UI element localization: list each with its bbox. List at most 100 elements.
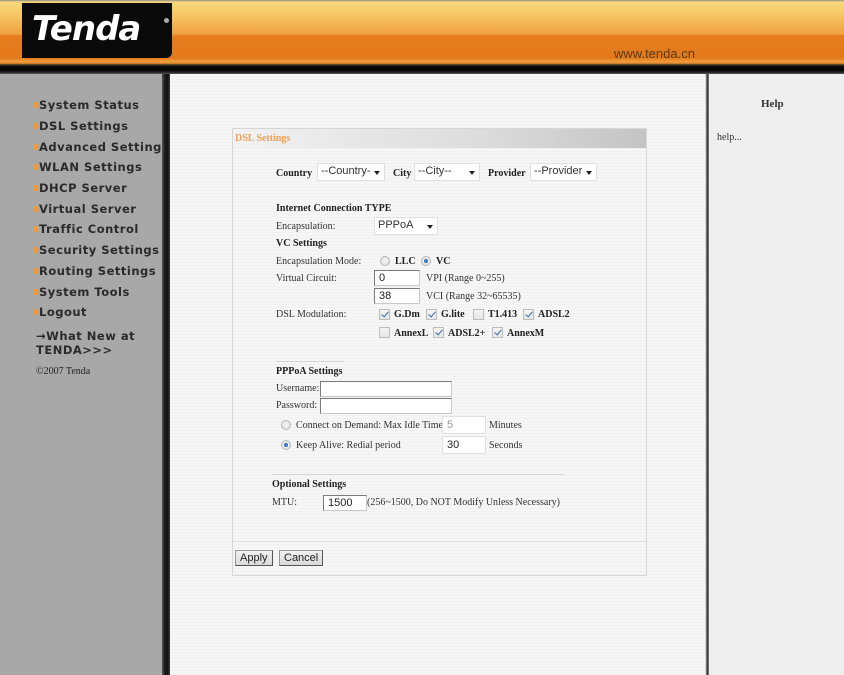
sidebar-item-label: Advanced Settings [39, 139, 170, 154]
password-input[interactable] [320, 398, 452, 414]
modulation-annexl-checkbox[interactable] [379, 327, 390, 338]
header-banner: Tenda www.tenda.cn [0, 0, 844, 64]
sidebar-divider [162, 74, 170, 675]
password-label: Password: [276, 400, 318, 411]
keep-alive-label: Keep Alive: Redial period [296, 440, 401, 451]
username-input[interactable] [320, 381, 452, 397]
keep-alive-radio[interactable] [281, 440, 291, 450]
modulation-adsl2plus-label: ADSL2+ [448, 328, 486, 339]
bullet-icon [33, 247, 37, 254]
sidebar-item-label: Routing Settings [39, 263, 157, 278]
sidebar-item-label: Logout [39, 305, 88, 320]
mtu-label: MTU: [272, 497, 297, 508]
connect-on-demand-radio[interactable] [281, 420, 291, 430]
registered-mark-icon [164, 18, 169, 23]
section-divider [272, 474, 564, 475]
vci-input[interactable] [374, 288, 420, 304]
provider-select-value: --Provider [534, 165, 583, 177]
dsl-modulation-label: DSL Modulation: [276, 309, 347, 320]
modulation-adsl2plus-checkbox[interactable] [433, 327, 444, 338]
idle-unit-label: Minutes [489, 420, 522, 431]
optional-settings-heading: Optional Settings [272, 479, 347, 490]
sidebar-item-wlan-settings[interactable]: WLAN Settings [33, 157, 169, 178]
vci-hint: VCI (Range 32~65535) [426, 291, 521, 302]
encapsulation-select[interactable]: PPPoA [374, 217, 438, 235]
mode-llc-radio[interactable] [380, 256, 390, 266]
vpi-input[interactable] [374, 270, 420, 286]
modulation-annexm-checkbox[interactable] [492, 327, 503, 338]
site-url: www.tenda.cn [614, 46, 695, 61]
sidebar-item-label: Traffic Control [39, 222, 139, 237]
panel-title-bar: DSL Settings [233, 129, 646, 148]
mode-llc-label: LLC [395, 256, 416, 267]
sidebar-item-label: System Status [39, 98, 140, 113]
sidebar-item-system-tools[interactable]: System Tools [33, 281, 169, 302]
help-text: help... [717, 132, 742, 143]
modulation-t1413-checkbox[interactable] [473, 309, 484, 320]
whats-new-link[interactable]: →What New at TENDA>>> [36, 329, 161, 357]
sidebar-item-virtual-server[interactable]: Virtual Server [33, 198, 169, 219]
copyright-text: ©2007 Tenda [36, 365, 91, 377]
apply-button[interactable]: Apply [235, 550, 273, 566]
bullet-icon [33, 226, 37, 233]
country-select[interactable]: --Country- [317, 163, 385, 181]
redial-unit-label: Seconds [489, 440, 523, 451]
virtual-circuit-label: Virtual Circuit: [276, 273, 337, 284]
city-label: City [393, 168, 412, 179]
provider-label: Provider [488, 168, 526, 179]
bullet-icon [33, 185, 37, 192]
modulation-adsl2-checkbox[interactable] [523, 309, 534, 320]
mtu-input[interactable] [323, 495, 367, 511]
vpi-hint: VPI (Range 0~255) [426, 273, 505, 284]
sidebar-item-label: WLAN Settings [39, 160, 143, 175]
header-divider [0, 64, 844, 74]
help-title: Help [761, 98, 784, 110]
modulation-gdmt-checkbox[interactable] [379, 309, 390, 320]
sidebar-item-routing-settings[interactable]: Routing Settings [33, 261, 169, 282]
pppoa-settings-heading: PPPoA Settings [276, 366, 343, 377]
bullet-icon [33, 205, 37, 212]
logo-text: Tenda [32, 9, 141, 49]
encapsulation-mode-label: Encapsulation Mode: [276, 256, 362, 267]
modulation-annexl-label: AnnexL [394, 328, 429, 339]
cancel-button[interactable]: Cancel [279, 550, 324, 566]
provider-select[interactable]: --Provider [530, 163, 597, 181]
modulation-adsl2-label: ADSL2 [538, 309, 570, 320]
sidebar-nav: System Status DSL Settings Advanced Sett… [33, 95, 170, 377]
connect-on-demand-label: Connect on Demand: Max Idle Time [296, 420, 443, 431]
help-panel: Help help... [709, 74, 844, 675]
modulation-gdmt-label: G.Dm [394, 309, 420, 320]
bullet-icon [33, 123, 37, 130]
encapsulation-select-value: PPPoA [378, 219, 414, 231]
connection-type-heading: Internet Connection TYPE [276, 203, 392, 214]
modulation-t1413-label: T1.413 [488, 309, 518, 320]
modulation-glite-label: G.lite [441, 309, 465, 320]
bullet-icon [33, 102, 37, 109]
mode-vc-label: VC [436, 256, 451, 267]
sidebar-item-label: Virtual Server [39, 201, 137, 216]
sidebar-item-label: Security Settings [39, 243, 160, 258]
country-select-value: --Country- [321, 165, 371, 177]
dropdown-arrow-icon [427, 225, 433, 229]
sidebar-item-traffic-control[interactable]: Traffic Control [33, 219, 169, 240]
sidebar-item-label: DHCP Server [39, 181, 128, 196]
sidebar-item-dsl-settings[interactable]: DSL Settings [33, 116, 169, 137]
sidebar-item-label: DSL Settings [39, 119, 129, 134]
mode-vc-radio[interactable] [421, 256, 431, 266]
vc-settings-heading: VC Settings [276, 238, 327, 249]
encapsulation-label: Encapsulation: [276, 221, 336, 232]
sidebar-item-dhcp-server[interactable]: DHCP Server [33, 178, 169, 199]
sidebar-item-label: System Tools [39, 284, 130, 299]
sidebar-item-system-status[interactable]: System Status [33, 95, 169, 116]
dsl-settings-panel: DSL Settings Country --Country- City --C… [232, 128, 647, 576]
max-idle-time-input[interactable] [442, 416, 486, 434]
modulation-annexm-label: AnnexM [507, 328, 545, 339]
redial-period-input[interactable] [442, 436, 486, 454]
sidebar-item-security-settings[interactable]: Security Settings [33, 240, 169, 261]
sidebar-item-logout[interactable]: Logout [33, 302, 169, 323]
sidebar-item-advanced-settings[interactable]: Advanced Settings [33, 136, 170, 157]
modulation-glite-checkbox[interactable] [426, 309, 437, 320]
footer-divider [233, 541, 646, 542]
city-select[interactable]: --City-- [414, 163, 480, 181]
city-select-value: --City-- [418, 165, 452, 177]
